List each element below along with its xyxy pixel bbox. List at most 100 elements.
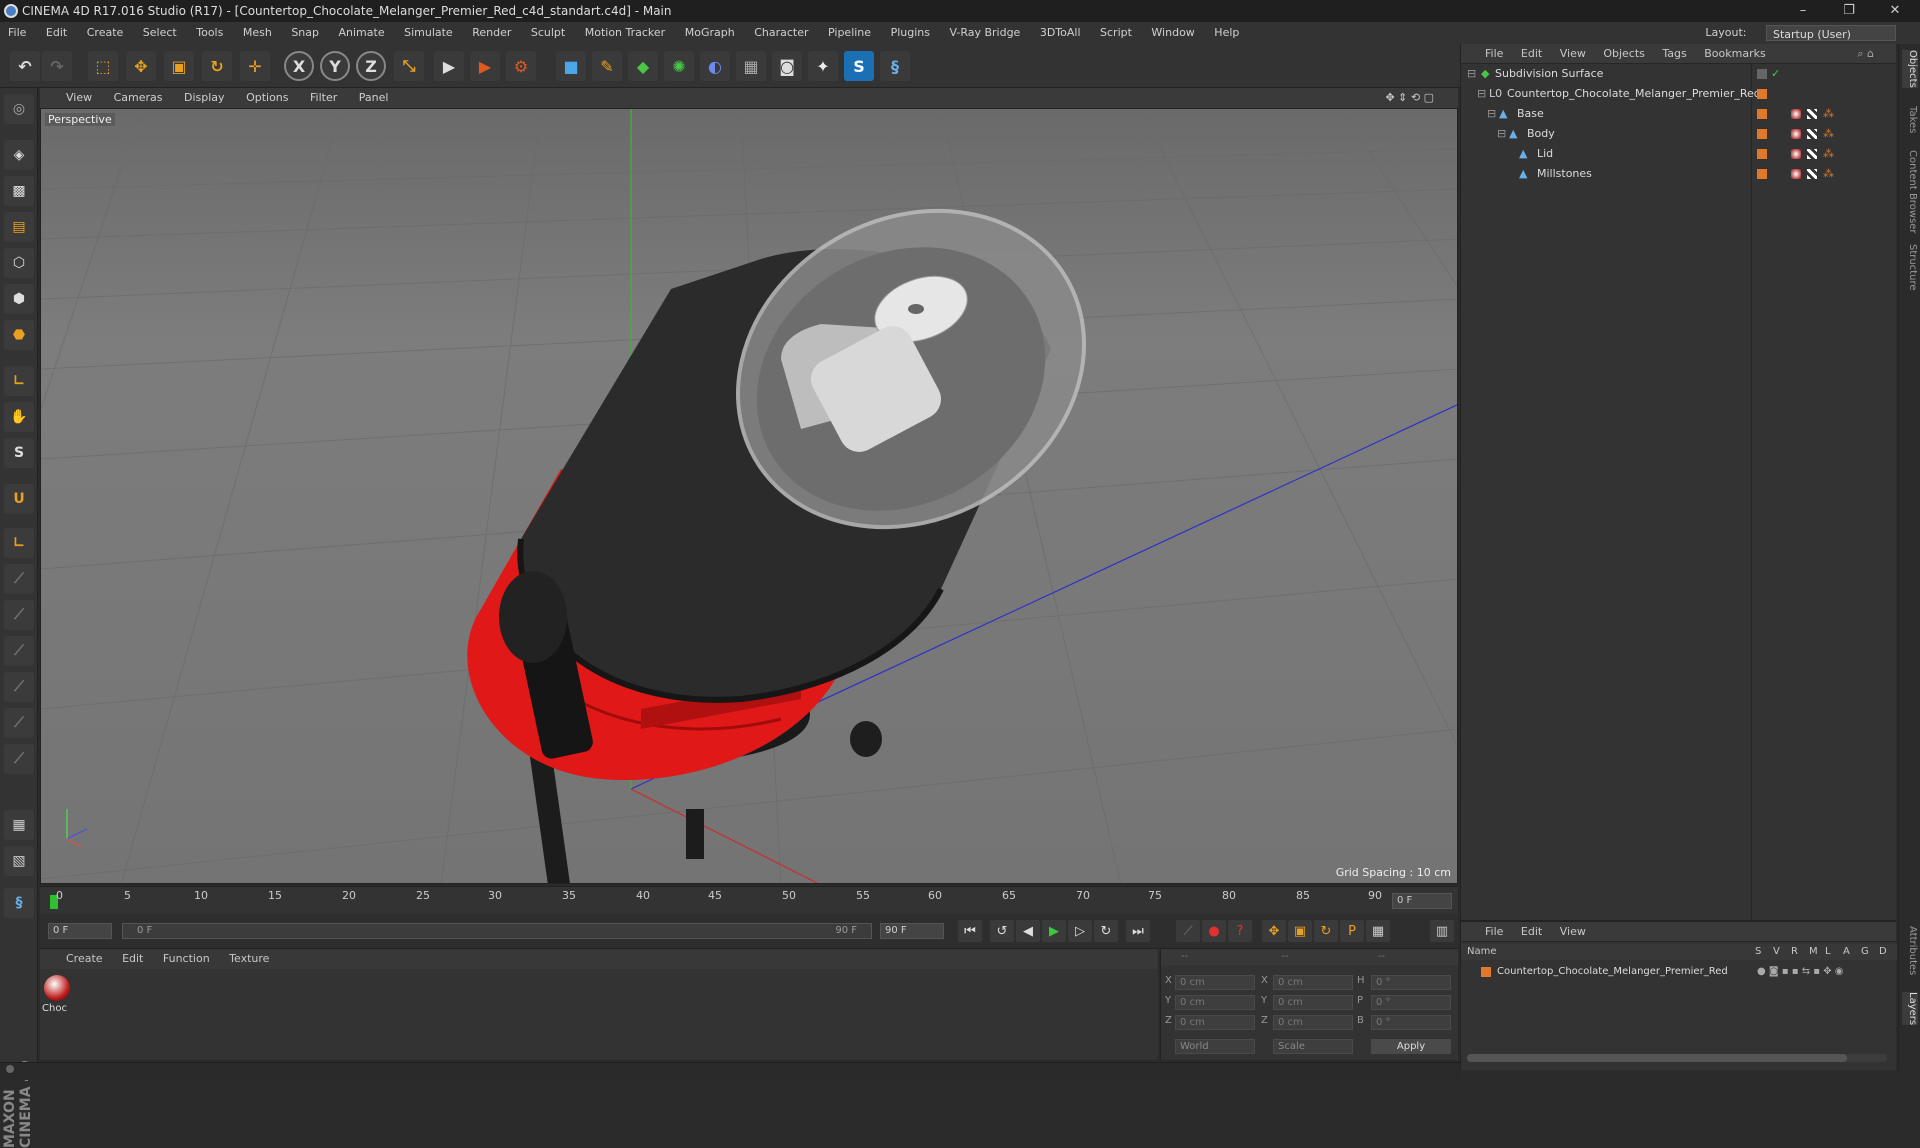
move-icon[interactable]: ✥	[126, 51, 156, 81]
texture-tag-icon[interactable]	[1807, 169, 1817, 179]
menu-tools[interactable]: Tools	[196, 26, 223, 39]
tweak-mode-icon[interactable]: ✋	[4, 402, 34, 432]
menu-create[interactable]: Create	[87, 26, 124, 39]
motion-path-icon[interactable]: ⟋	[1176, 920, 1200, 942]
viewport-menu-filter[interactable]: Filter	[310, 91, 337, 104]
go-to-start-icon[interactable]: ⏮	[958, 920, 982, 942]
frame-range-slider[interactable]: 0 F 90 F	[122, 923, 872, 939]
menu-select[interactable]: Select	[143, 26, 177, 39]
key-parameter-icon[interactable]: P	[1340, 920, 1364, 942]
camera-icon[interactable]: ◙	[772, 51, 802, 81]
material-tag-icon[interactable]	[1791, 169, 1801, 179]
position-z-field[interactable]: 0 cm	[1175, 1015, 1255, 1030]
brush-tool-4-icon[interactable]: ⟋	[4, 672, 34, 702]
mograph-cloner-icon[interactable]: ✺	[664, 51, 694, 81]
tree-item-millstones[interactable]: ▲ Millstones ⁂	[1461, 164, 1897, 184]
material-tag-icon[interactable]	[1791, 129, 1801, 139]
previous-key-icon[interactable]: ↺	[990, 920, 1014, 942]
layer-color-swatch[interactable]	[1757, 169, 1767, 179]
layer-color-swatch[interactable]	[1757, 129, 1767, 139]
z-axis-button[interactable]: Z	[356, 51, 386, 81]
menu-sculpt[interactable]: Sculpt	[531, 26, 565, 39]
play-icon[interactable]: ▶	[1042, 920, 1066, 942]
menu-animate[interactable]: Animate	[339, 26, 385, 39]
make-editable-icon[interactable]: ◎	[4, 94, 34, 124]
object-menu-tags[interactable]: Tags	[1662, 47, 1686, 60]
rotation-h-field[interactable]: 0 °	[1371, 975, 1451, 990]
redo-icon[interactable]: ↷	[42, 51, 72, 81]
size-y-field[interactable]: 0 cm	[1273, 995, 1353, 1010]
layer-flag-icons[interactable]: ● ◙ ▪ ▪ ⇆ ▪ ✥ ◉	[1757, 962, 1844, 982]
current-frame-field[interactable]: 0 F	[1392, 893, 1452, 909]
python-icon[interactable]: §	[880, 51, 910, 81]
quantize-icon[interactable]: ∟	[4, 528, 34, 558]
render-settings-icon[interactable]: ⚙	[506, 51, 536, 81]
texture-tag-icon[interactable]	[1807, 149, 1817, 159]
floor-environment-icon[interactable]: ▦	[736, 51, 766, 81]
axis-mode-icon[interactable]: ∟	[4, 366, 34, 396]
material-menu-create[interactable]: Create	[66, 952, 103, 965]
viewport-nav-icons[interactable]: ✥ ⇕ ⟲ ▢	[1385, 88, 1434, 108]
layer-color-swatch[interactable]	[1481, 967, 1491, 977]
next-frame-icon[interactable]: ▷	[1068, 920, 1092, 942]
undo-icon[interactable]: ↶	[10, 51, 40, 81]
points-mode-icon[interactable]: ⬡	[4, 248, 34, 278]
layer-row[interactable]: Countertop_Chocolate_Melanger_Premier_Re…	[1461, 962, 1897, 982]
brush-tool-2-icon[interactable]: ⟋	[4, 600, 34, 630]
key-pla-icon[interactable]: ▦	[1366, 920, 1390, 942]
menu-mesh[interactable]: Mesh	[243, 26, 272, 39]
tree-item-base[interactable]: ⊟ ▲ Base ⁂	[1461, 104, 1897, 124]
subdivision-icon[interactable]: ◆	[628, 51, 658, 81]
tree-item-body[interactable]: ⊟ ▲ Body ⁂	[1461, 124, 1897, 144]
timeline-ruler[interactable]: 0 5 10 15 20 25 30 35 40 45 50 55 60 65 …	[40, 886, 1458, 914]
menu-window[interactable]: Window	[1151, 26, 1194, 39]
object-menu-objects[interactable]: Objects	[1603, 47, 1645, 60]
object-search-icon[interactable]: ⌕ ⌂	[1857, 44, 1874, 64]
workplane-icon[interactable]: ▤	[4, 212, 34, 242]
material-tag-icon[interactable]	[1791, 109, 1801, 119]
rotate-icon[interactable]: ↻	[202, 51, 232, 81]
texture-tag-icon[interactable]	[1807, 109, 1817, 119]
workplane-grid-icon[interactable]: ▧	[4, 846, 34, 876]
tab-structure[interactable]: Structure	[1902, 244, 1918, 291]
key-scale-icon[interactable]: ▣	[1288, 920, 1312, 942]
menu-3dtoall[interactable]: 3DToAll	[1040, 26, 1081, 39]
viewport-menu-cameras[interactable]: Cameras	[114, 91, 163, 104]
viewport-menu-display[interactable]: Display	[184, 91, 225, 104]
tab-layers[interactable]: Layers	[1902, 992, 1918, 1026]
menu-vray-bridge[interactable]: V-Ray Bridge	[949, 26, 1020, 39]
transform-icon[interactable]: ✛	[240, 51, 270, 81]
menu-snap[interactable]: Snap	[291, 26, 319, 39]
pen-spline-icon[interactable]: ✎	[592, 51, 622, 81]
tab-objects[interactable]: Objects	[1902, 50, 1918, 88]
autokey-icon[interactable]: ?	[1228, 920, 1252, 942]
collapse-icon[interactable]: ⊟	[1497, 124, 1506, 144]
object-menu-view[interactable]: View	[1560, 47, 1586, 60]
cube-icon[interactable]: ■	[556, 51, 586, 81]
material-menu-edit[interactable]: Edit	[122, 952, 143, 965]
layer-menu-file[interactable]: File	[1485, 925, 1503, 938]
go-to-end-icon[interactable]: ⏭	[1126, 920, 1150, 942]
material-swatch[interactable]	[44, 975, 70, 1001]
texture-mode-icon[interactable]: ▩	[4, 176, 34, 206]
live-selection-icon[interactable]: ⬚	[88, 51, 118, 81]
phong-tag-icon[interactable]: ⁂	[1823, 104, 1834, 124]
next-key-icon[interactable]: ↻	[1094, 920, 1118, 942]
minimize-button[interactable]: –	[1780, 0, 1826, 22]
layer-color-swatch[interactable]	[1757, 109, 1767, 119]
phong-tag-icon[interactable]: ⁂	[1823, 164, 1834, 184]
viewport-menu-options[interactable]: Options	[246, 91, 288, 104]
layer-menu-view[interactable]: View	[1560, 925, 1586, 938]
apply-button[interactable]: Apply	[1371, 1039, 1451, 1054]
scale-icon[interactable]: ▣	[164, 51, 194, 81]
deformer-icon[interactable]: ◐	[700, 51, 730, 81]
tab-content-browser[interactable]: Content Browser	[1902, 150, 1918, 233]
menu-file[interactable]: File	[8, 26, 26, 39]
brush-tool-5-icon[interactable]: ⟋	[4, 708, 34, 738]
scrollbar-thumb[interactable]	[1467, 1054, 1847, 1062]
texture-tag-icon[interactable]	[1807, 129, 1817, 139]
size-x-field[interactable]: 0 cm	[1273, 975, 1353, 990]
render-view-icon[interactable]: ▶	[434, 51, 464, 81]
menu-help[interactable]: Help	[1214, 26, 1239, 39]
object-menu-file[interactable]: File	[1485, 47, 1503, 60]
